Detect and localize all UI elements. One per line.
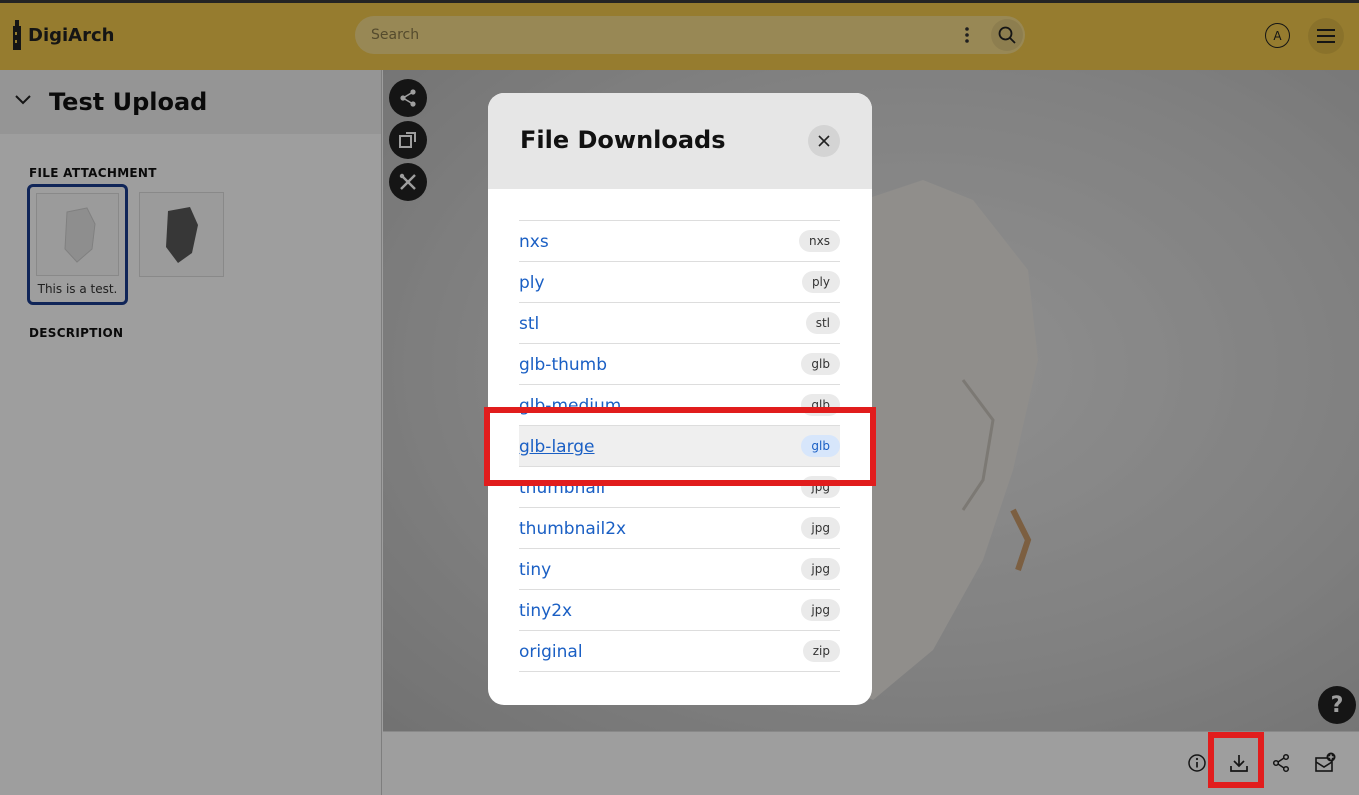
file-type-badge: nxs [799, 230, 840, 252]
highlight-box-download [1208, 732, 1264, 788]
download-link[interactable]: ply [519, 273, 545, 293]
highlight-box-glb-large [484, 407, 876, 486]
download-row[interactable]: ply ply [519, 262, 840, 303]
download-link[interactable]: glb-thumb [519, 355, 607, 375]
download-row[interactable]: nxs nxs [519, 221, 840, 262]
file-type-badge: jpg [801, 599, 840, 621]
file-type-badge: zip [802, 640, 840, 662]
close-button[interactable] [808, 125, 840, 157]
dialog-header: File Downloads [488, 93, 872, 189]
dialog-title: File Downloads [520, 126, 726, 154]
download-row[interactable]: thumbnail2x jpg [519, 508, 840, 549]
download-link[interactable]: tiny [519, 560, 551, 580]
download-row[interactable]: tiny2x jpg [519, 590, 840, 631]
file-type-badge: glb [801, 353, 840, 375]
close-icon [818, 135, 830, 147]
file-type-badge: jpg [801, 517, 840, 539]
download-row[interactable]: stl stl [519, 303, 840, 344]
file-type-badge: stl [805, 312, 840, 334]
download-link[interactable]: stl [519, 314, 539, 334]
file-type-badge: ply [801, 271, 840, 293]
download-link[interactable]: tiny2x [519, 601, 572, 621]
download-link[interactable]: thumbnail2x [519, 519, 626, 539]
file-type-badge: jpg [801, 558, 840, 580]
download-row[interactable]: tiny jpg [519, 549, 840, 590]
download-row[interactable]: original zip [519, 631, 840, 672]
download-link[interactable]: nxs [519, 232, 549, 252]
download-row[interactable]: glb-thumb glb [519, 344, 840, 385]
file-downloads-dialog: File Downloads nxs nxs ply ply stl stl g… [488, 93, 872, 705]
download-link[interactable]: original [519, 642, 583, 662]
